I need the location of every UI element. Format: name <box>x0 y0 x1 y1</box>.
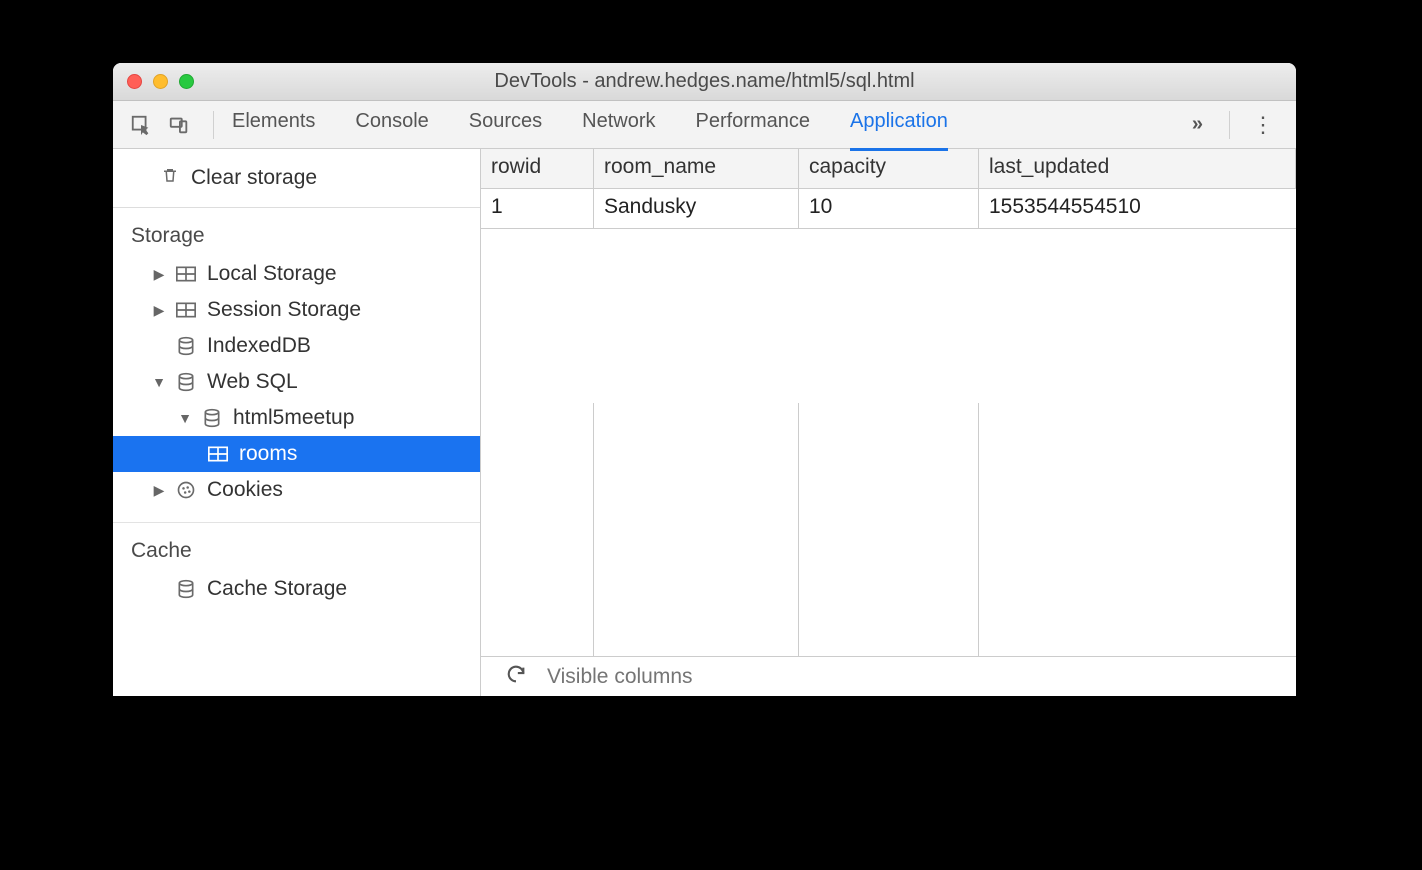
trash-icon <box>161 165 179 191</box>
sidebar-label: Clear storage <box>191 166 317 190</box>
cookie-icon <box>175 480 197 500</box>
tree-label: Cookies <box>207 478 283 502</box>
data-grid[interactable]: rowid room_name capacity last_updated 1 … <box>481 149 1296 403</box>
grid-column-fill <box>979 403 1296 657</box>
tree-web-sql[interactable]: ▼ Web SQL <box>113 364 480 400</box>
close-window-button[interactable] <box>127 74 142 89</box>
grid-column-fill <box>481 403 594 657</box>
column-header-capacity[interactable]: capacity <box>799 149 979 189</box>
tabs-overflow-button[interactable]: » <box>1184 113 1211 136</box>
database-icon <box>175 579 197 599</box>
chevron-right-icon: ▶ <box>153 266 165 283</box>
cell-capacity[interactable]: 10 <box>799 189 979 229</box>
panel-body: Service Workers Clear storage Storage ▶ … <box>113 149 1296 696</box>
table-statusbar <box>481 656 1296 696</box>
tree-label: IndexedDB <box>207 334 311 358</box>
chevron-down-icon: ▼ <box>179 410 191 426</box>
section-heading-storage: Storage <box>113 208 480 256</box>
table-icon <box>207 446 229 462</box>
titlebar: DevTools - andrew.hedges.name/html5/sql.… <box>113 63 1296 101</box>
application-sidebar: Service Workers Clear storage Storage ▶ … <box>113 149 481 696</box>
tree-label: Cache Storage <box>207 577 347 601</box>
database-icon <box>175 336 197 356</box>
tree-label: html5meetup <box>233 406 354 430</box>
section-heading-cache: Cache <box>113 523 480 571</box>
tree-indexeddb[interactable]: ▶ IndexedDB <box>113 328 480 364</box>
tab-performance[interactable]: Performance <box>696 110 811 139</box>
cell-last-updated[interactable]: 1553544554510 <box>979 189 1296 229</box>
tree-database-html5meetup[interactable]: ▼ html5meetup <box>113 400 480 436</box>
database-icon <box>175 372 197 392</box>
cell-rowid[interactable]: 1 <box>481 189 594 229</box>
tree-table-rooms[interactable]: rooms <box>113 436 480 472</box>
device-toggle-icon[interactable] <box>163 114 195 136</box>
tab-elements[interactable]: Elements <box>232 110 315 139</box>
tab-network[interactable]: Network <box>582 110 655 139</box>
tree-session-storage[interactable]: ▶ Session Storage <box>113 292 480 328</box>
sidebar-item-clear-storage[interactable]: Clear storage <box>113 159 480 197</box>
tab-application[interactable]: Application <box>850 110 948 139</box>
more-options-icon[interactable]: ⋮ <box>1248 112 1278 138</box>
table-icon <box>175 266 197 282</box>
tree-label: Session Storage <box>207 298 361 322</box>
panel-tabs: Elements Console Sources Network Perform… <box>232 110 1178 139</box>
gear-icon <box>161 149 181 153</box>
devtools-toolbar: Elements Console Sources Network Perform… <box>113 101 1296 149</box>
cell-room-name[interactable]: Sandusky <box>594 189 799 229</box>
table-icon <box>175 302 197 318</box>
chevron-down-icon: ▼ <box>153 374 165 390</box>
chevron-right-icon: ▶ <box>153 302 165 319</box>
tab-console[interactable]: Console <box>355 110 428 139</box>
grid-column-fill <box>799 403 979 657</box>
grid-column-fill <box>594 403 799 657</box>
toolbar-separator <box>213 111 214 139</box>
column-header-last-updated[interactable]: last_updated <box>979 149 1296 189</box>
tree-label: Local Storage <box>207 262 337 286</box>
traffic-lights <box>113 74 194 89</box>
tree-local-storage[interactable]: ▶ Local Storage <box>113 256 480 292</box>
visible-columns-input[interactable] <box>541 661 1290 693</box>
inspect-element-icon[interactable] <box>125 114 157 136</box>
column-header-room-name[interactable]: room_name <box>594 149 799 189</box>
tree-cookies[interactable]: ▶ Cookies <box>113 472 480 508</box>
window-title: DevTools - andrew.hedges.name/html5/sql.… <box>113 70 1296 93</box>
sidebar-label: Service Workers <box>193 149 339 153</box>
devtools-window: DevTools - andrew.hedges.name/html5/sql.… <box>113 63 1296 696</box>
sidebar-item-service-workers[interactable]: Service Workers <box>113 149 480 159</box>
chevron-right-icon: ▶ <box>153 482 165 499</box>
table-view: rowid room_name capacity last_updated 1 … <box>481 149 1296 696</box>
storage-tree: ▶ Local Storage ▶ Session Storage ▶ Inde… <box>113 256 480 508</box>
toolbar-separator <box>1229 111 1230 139</box>
tab-sources[interactable]: Sources <box>469 110 542 139</box>
column-header-rowid[interactable]: rowid <box>481 149 594 189</box>
maximize-window-button[interactable] <box>179 74 194 89</box>
database-icon <box>201 408 223 428</box>
tree-label: rooms <box>239 442 297 466</box>
minimize-window-button[interactable] <box>153 74 168 89</box>
tree-cache-storage[interactable]: ▶ Cache Storage <box>113 571 480 607</box>
refresh-icon[interactable] <box>505 663 527 691</box>
tree-label: Web SQL <box>207 370 298 394</box>
